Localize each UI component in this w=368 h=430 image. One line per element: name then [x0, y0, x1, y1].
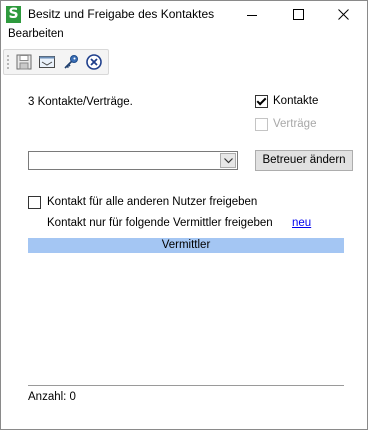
- close-icon: [338, 9, 349, 20]
- freigabe-alle-label[interactable]: Kontakt für alle anderen Nutzer freigebe…: [47, 196, 257, 208]
- window-icon: [39, 56, 55, 68]
- menu-bearbeiten[interactable]: Bearbeiten: [8, 28, 64, 40]
- selection-count-text: 3 Kontakte/Verträge.: [28, 96, 133, 108]
- vermittler-column-header[interactable]: Vermittler: [28, 238, 344, 253]
- save-icon: [16, 54, 32, 70]
- menu-bar: Bearbeiten: [1, 27, 367, 45]
- close-window-button[interactable]: [321, 1, 367, 29]
- app-logo-icon: S: [6, 6, 21, 23]
- neu-link[interactable]: neu: [292, 217, 311, 229]
- freigabe-nur-label: Kontakt nur für folgende Vermittler frei…: [47, 217, 273, 229]
- maximize-button[interactable]: [275, 1, 321, 29]
- betreuer-dropdown[interactable]: [28, 151, 238, 170]
- betreuer-aendern-button[interactable]: Betreuer ändern: [255, 150, 353, 171]
- minimize-button[interactable]: [229, 1, 275, 29]
- toolbar-grip[interactable]: [7, 54, 9, 70]
- window-button[interactable]: [38, 53, 56, 71]
- window-title: Besitz und Freigabe des Kontaktes: [28, 7, 215, 21]
- chevron-down-icon: [224, 158, 233, 164]
- vertraege-checkbox[interactable]: [255, 118, 268, 131]
- vertraege-label: Verträge: [273, 118, 317, 130]
- footer-divider: [28, 385, 344, 386]
- cancel-button[interactable]: [85, 53, 103, 71]
- toolbar: [3, 49, 109, 75]
- footer-count: Anzahl: 0: [28, 391, 76, 403]
- key-icon: [64, 55, 78, 69]
- dialog-window: S Besitz und Freigabe des Kontaktes Bear…: [0, 0, 368, 430]
- cancel-icon: [86, 54, 102, 70]
- freigabe-alle-checkbox[interactable]: [28, 196, 41, 209]
- save-button[interactable]: [15, 53, 33, 71]
- kontakte-label[interactable]: Kontakte: [273, 95, 318, 107]
- key-button[interactable]: [62, 53, 80, 71]
- dropdown-toggle[interactable]: [220, 153, 236, 168]
- title-bar[interactable]: S Besitz und Freigabe des Kontaktes: [1, 1, 367, 29]
- kontakte-checkbox[interactable]: [255, 95, 268, 108]
